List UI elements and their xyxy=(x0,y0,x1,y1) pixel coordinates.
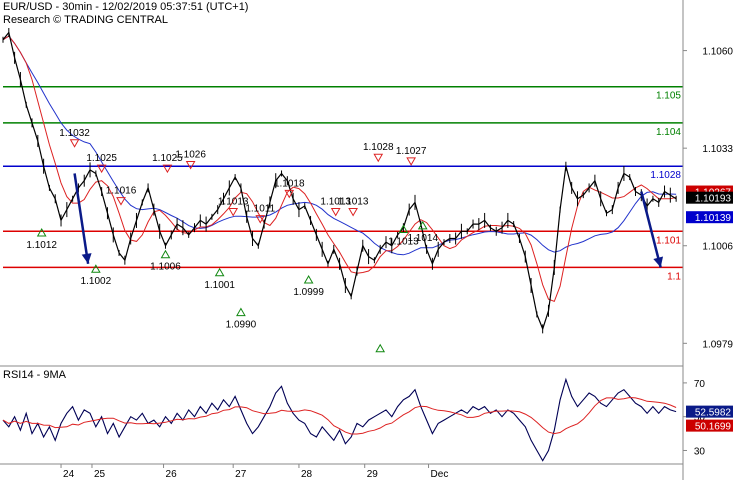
pivot-low-label-18: 1.0999 xyxy=(293,287,324,298)
price-panel xyxy=(0,0,683,365)
chart-title: EUR/USD - 30min - 12/02/2019 05:37:51 (U… xyxy=(3,1,249,13)
pivot-low-label-15: 1.1006 xyxy=(150,262,181,273)
pivot-high-label-7: 1.1011 xyxy=(245,204,275,215)
time-axis: 24 25 26 27 28 29 Dec xyxy=(60,464,449,480)
time-tick-label-1: 24 xyxy=(63,469,75,480)
price-badge-label-3: 1.10139 xyxy=(695,213,732,224)
price-tick-label-3: 1.1033 xyxy=(702,144,733,155)
rsi-tick-label-1: 30 xyxy=(694,446,706,457)
time-tick-label-5: 28 xyxy=(301,469,313,480)
pivot-low-label-16: 1.1001 xyxy=(204,280,235,291)
level-label-3: 1.1028 xyxy=(650,170,681,181)
pivot-high-label-8: 1.1018 xyxy=(274,178,305,189)
rsi-panel xyxy=(0,366,683,464)
pivot-high-label-1: 1.1032 xyxy=(59,128,90,139)
chart: 1.105 1.104 1.1028 1.101 1.1 1.1032 1.1025 1.1… xyxy=(0,0,735,480)
pivot-low-label-14: 1.1002 xyxy=(81,276,112,287)
time-tick-label-7: Dec xyxy=(431,469,449,480)
pivot-high-label-12: 1.1027 xyxy=(396,146,427,157)
research-credit: Research © TRADING CENTRAL xyxy=(3,14,168,26)
rsi-label: RSI14 - 9MA xyxy=(3,369,67,381)
pivot-high-label-5: 1.1026 xyxy=(175,149,206,160)
pivot-high-label-11: 1.1028 xyxy=(363,142,394,153)
rsi-value-badge-label: 52.5982 xyxy=(695,408,732,419)
level-label-4: 1.101 xyxy=(656,235,681,246)
price-tick-label-4: 1.1060 xyxy=(702,47,733,58)
level-label-1: 1.105 xyxy=(656,91,681,102)
level-label-5: 1.1 xyxy=(667,271,681,282)
pivot-low-label-20: 1.1014 xyxy=(407,233,438,244)
rsi-ma-badge-label: 50.1699 xyxy=(695,422,732,433)
pivot-high-label-10: 1.1013 xyxy=(338,196,369,207)
level-label-2: 1.104 xyxy=(656,127,681,138)
pivot-low-label-17: 1.0990 xyxy=(226,320,257,331)
time-tick-label-4: 27 xyxy=(235,469,247,480)
rsi-tick-label-3: 70 xyxy=(694,379,706,390)
price-tick-label-2: 1.1006 xyxy=(702,242,733,253)
price-tick-label-1: 1.0979 xyxy=(702,339,733,350)
time-tick-label-6: 29 xyxy=(367,469,379,480)
pivot-low-label-13: 1.1012 xyxy=(26,240,57,251)
pivot-high-label-6: 1.1013 xyxy=(218,196,249,207)
time-tick-label-3: 26 xyxy=(166,469,178,480)
price-badge-label-2: 1.10193 xyxy=(695,194,732,205)
time-tick-label-2: 25 xyxy=(94,469,106,480)
pivot-high-label-3: 1.1016 xyxy=(106,186,137,197)
pivot-high-label-2: 1.1025 xyxy=(86,153,117,164)
